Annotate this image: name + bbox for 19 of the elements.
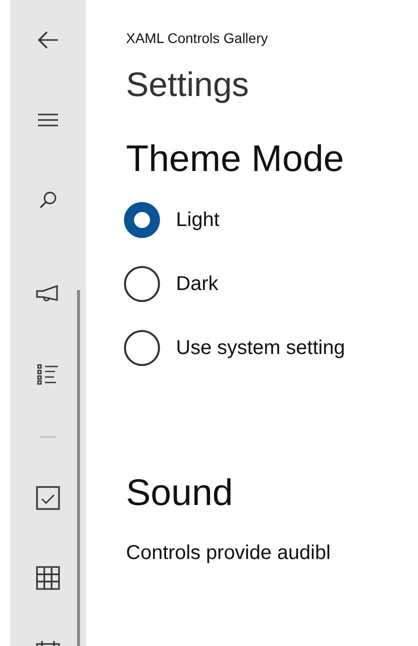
radio-button[interactable]: [124, 202, 160, 238]
search-icon: [39, 191, 57, 209]
list-icon: [37, 363, 59, 385]
scrollbar[interactable]: [77, 290, 80, 646]
section-heading: Theme Mode: [126, 138, 345, 180]
radio-option[interactable]: Use system setting: [124, 316, 345, 380]
grid-icon: [36, 566, 60, 590]
menu-icon: [37, 113, 59, 127]
page-title: Settings: [126, 66, 250, 105]
radio-button[interactable]: [124, 266, 160, 302]
section-heading: Sound: [126, 472, 234, 514]
app-title: XAML Controls Gallery: [126, 30, 269, 46]
radio-button[interactable]: [124, 330, 160, 366]
checkbox-icon: [36, 486, 60, 510]
section-description: Controls provide audibl: [126, 542, 332, 565]
radio-option[interactable]: Light: [124, 188, 345, 252]
megaphone-icon: [36, 285, 60, 303]
radio-option[interactable]: Dark: [124, 252, 345, 316]
back-icon: [37, 30, 59, 50]
